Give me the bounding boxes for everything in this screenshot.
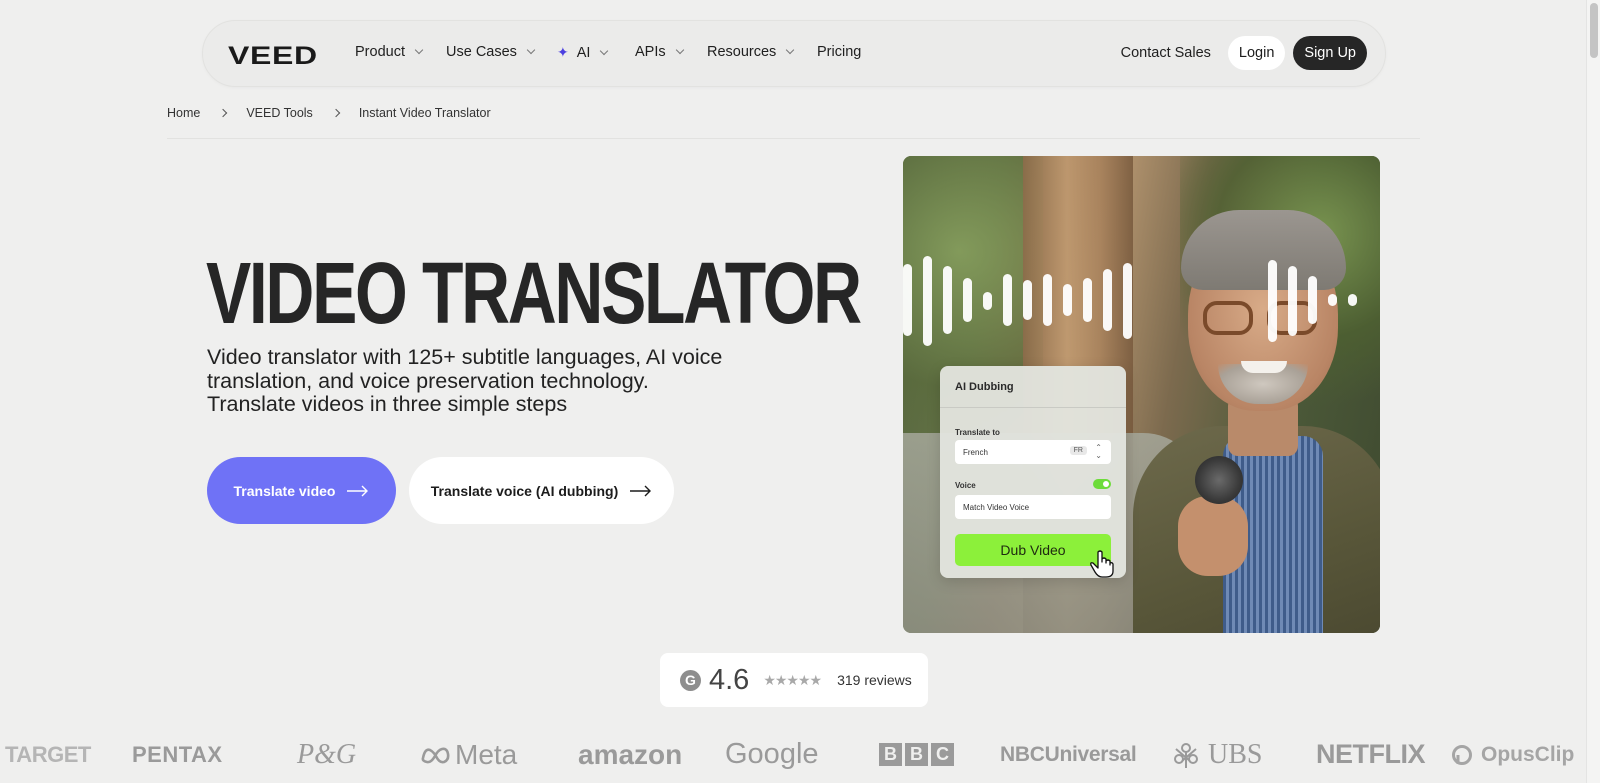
translate-voice-button[interactable]: Translate voice (AI dubbing) bbox=[409, 457, 674, 524]
nav-item-label: Use Cases bbox=[446, 44, 517, 60]
chevron-right-icon bbox=[331, 108, 341, 118]
pg-logo: P&G bbox=[297, 738, 357, 770]
login-button[interactable]: Login bbox=[1227, 36, 1286, 70]
meta-logo: Meta bbox=[421, 732, 517, 777]
divider bbox=[167, 138, 1420, 139]
opusclip-logo: OpusClip bbox=[1451, 732, 1574, 777]
voice-input[interactable]: Match Video Voice bbox=[955, 495, 1111, 519]
chevron-down-icon bbox=[526, 45, 536, 55]
chevron-down-icon bbox=[600, 46, 609, 55]
opusclip-wordmark: OpusClip bbox=[1481, 742, 1575, 766]
netflix-logo: NETFLIX bbox=[1316, 739, 1426, 769]
page-title: VIDEO TRANSLATOR bbox=[206, 245, 862, 342]
meta-infinity-icon bbox=[421, 747, 450, 763]
nav-item-label: Resources bbox=[707, 44, 777, 60]
opusclip-icon bbox=[1452, 744, 1472, 765]
chevron-right-icon bbox=[219, 108, 228, 118]
page-scrollbar[interactable] bbox=[1586, 0, 1600, 783]
sparkle-icon: ✦ bbox=[557, 44, 569, 60]
google-logo: Google bbox=[725, 738, 819, 770]
hand-cursor-icon bbox=[1090, 550, 1114, 578]
breadcrumb-veed-tools[interactable]: VEED Tools bbox=[246, 106, 312, 120]
arrow-right-icon bbox=[630, 485, 652, 496]
button-label: Translate voice (AI dubbing) bbox=[430, 482, 619, 499]
rating-value: 4.6 bbox=[709, 663, 750, 696]
star-rating-icon: ★★★★★ bbox=[763, 671, 822, 688]
chevron-down-icon bbox=[786, 45, 795, 55]
ubs-logo: UBS bbox=[1172, 732, 1262, 777]
signup-button[interactable]: Sign Up bbox=[1293, 36, 1367, 70]
arrow-right-icon bbox=[347, 485, 369, 496]
breadcrumb-current: Instant Video Translator bbox=[358, 106, 491, 120]
nav-item-label: Product bbox=[355, 44, 405, 60]
nav-item-apis[interactable]: APIs bbox=[635, 44, 684, 60]
review-count: 319 reviews bbox=[837, 672, 912, 688]
bbc-letter: B bbox=[905, 743, 928, 766]
voice-value: Match Video Voice bbox=[963, 502, 1030, 512]
top-navbar: VEED Product Use Cases ✦ AI APIs Resourc… bbox=[202, 20, 1386, 87]
hero-video-preview: AI Dubbing Translate to French FR ⌃ ⌄ Voi… bbox=[903, 156, 1380, 633]
g2-icon: G bbox=[680, 669, 701, 691]
language-select[interactable]: French FR ⌃ ⌄ bbox=[955, 440, 1111, 464]
breadcrumb: Home VEED Tools Instant Video Translator bbox=[167, 106, 491, 120]
voice-label: Voice bbox=[955, 481, 976, 490]
microphone bbox=[1195, 456, 1243, 504]
nbcuniversal-logo: NBCUniversal bbox=[1000, 742, 1137, 766]
scrollbar-thumb[interactable] bbox=[1590, 3, 1598, 58]
nav-item-pricing[interactable]: Pricing bbox=[817, 44, 861, 60]
translate-to-label: Translate to bbox=[955, 428, 1000, 437]
nav-item-resources[interactable]: Resources bbox=[707, 44, 795, 60]
ubs-keys-icon bbox=[1174, 742, 1198, 768]
chevron-down-icon bbox=[414, 45, 424, 55]
rating-badge[interactable]: G 4.6 ★★★★★ 319 reviews bbox=[660, 653, 928, 707]
nav-item-ai[interactable]: ✦ AI bbox=[557, 44, 609, 61]
translate-video-button[interactable]: Translate video bbox=[207, 457, 396, 524]
voice-toggle[interactable] bbox=[1093, 479, 1111, 489]
speaker-person bbox=[1103, 196, 1380, 633]
nav-item-label: Pricing bbox=[817, 44, 862, 60]
divider bbox=[940, 407, 1126, 408]
customer-logos: TARGET PENTAX P&G Meta amazon Google B B… bbox=[0, 732, 1600, 777]
target-logo: TARGET bbox=[5, 741, 91, 767]
contact-sales-link[interactable]: Contact Sales bbox=[1121, 45, 1211, 61]
nav-item-product[interactable]: Product bbox=[355, 44, 424, 60]
ai-dubbing-panel: AI Dubbing Translate to French FR ⌃ ⌄ Voi… bbox=[940, 366, 1126, 578]
select-arrows-icon: ⌃ ⌄ bbox=[1095, 443, 1102, 460]
amazon-logo: amazon bbox=[578, 738, 683, 770]
bbc-letter: B bbox=[879, 743, 902, 766]
bbc-logo: B B C bbox=[879, 732, 954, 777]
dub-video-button[interactable]: Dub Video bbox=[955, 534, 1111, 566]
hero-subtitle: Video translator with 125+ subtitle lang… bbox=[207, 345, 723, 416]
pentax-logo: PENTAX bbox=[132, 741, 223, 767]
ubs-wordmark: UBS bbox=[1208, 738, 1263, 770]
nav-item-use-cases[interactable]: Use Cases bbox=[446, 44, 536, 60]
panel-title: AI Dubbing bbox=[955, 381, 1014, 393]
veed-logo[interactable]: VEED bbox=[228, 42, 318, 71]
button-label: Translate video bbox=[233, 482, 336, 499]
chevron-down-icon bbox=[675, 45, 684, 55]
nav-actions: Contact Sales Login Sign Up bbox=[1121, 36, 1367, 70]
language-code-badge: FR bbox=[1069, 446, 1087, 455]
nav-item-label: AI bbox=[576, 44, 591, 61]
language-value: French bbox=[963, 447, 988, 457]
meta-wordmark: Meta bbox=[455, 738, 518, 770]
breadcrumb-home[interactable]: Home bbox=[167, 106, 200, 120]
bbc-letter: C bbox=[931, 743, 954, 766]
nav-item-label: APIs bbox=[635, 44, 666, 60]
